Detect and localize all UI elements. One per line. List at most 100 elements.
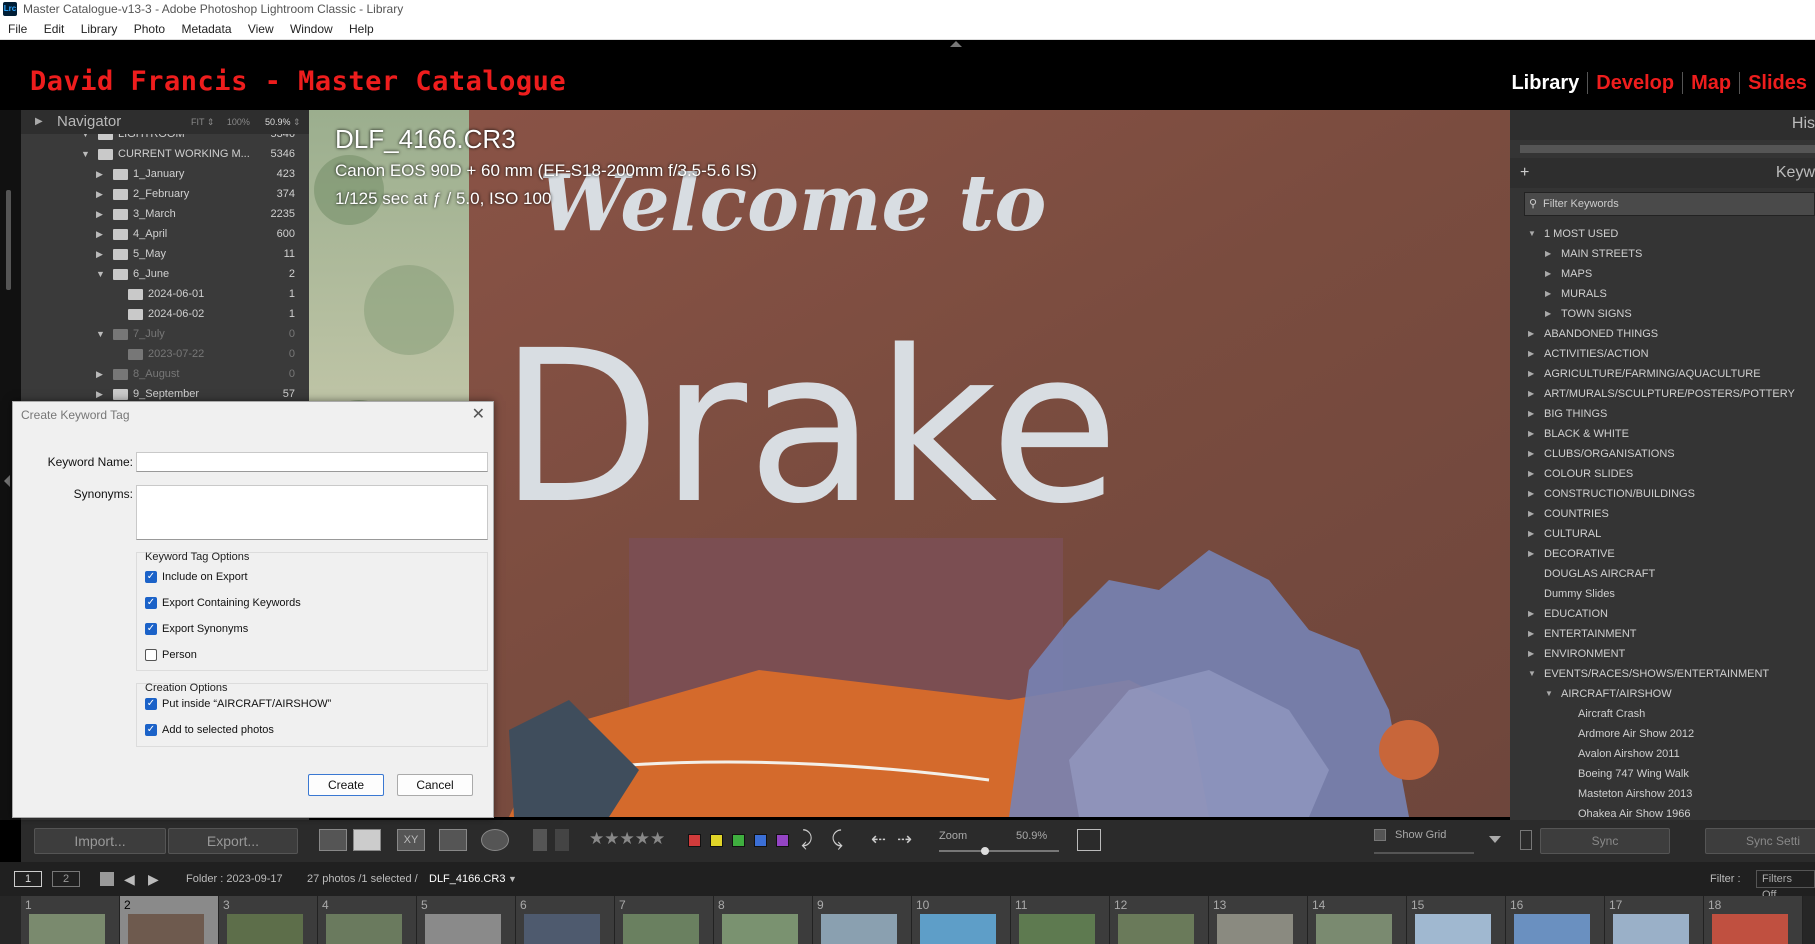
filmstrip-cell[interactable]: 15 xyxy=(1407,896,1506,944)
rotate-left-icon[interactable]: ⤸ xyxy=(801,829,825,851)
add-keyword-icon[interactable]: + xyxy=(1520,158,1529,188)
module-develop[interactable]: Develop xyxy=(1587,72,1683,94)
filmstrip-thumbnail[interactable] xyxy=(722,914,798,944)
folder-row[interactable]: ▶ 8_August 0 xyxy=(21,364,301,384)
keyword-row[interactable]: Aircraft Crash xyxy=(1510,704,1815,724)
close-icon[interactable]: ✕ xyxy=(472,404,485,424)
disclosure-closed-icon[interactable]: ▶ xyxy=(1528,544,1534,564)
purple-label-icon[interactable] xyxy=(776,834,789,847)
navigator-header[interactable]: ▶ Navigator FIT ⇕ 100% 50.9% ⇕ xyxy=(21,110,309,134)
fit-to-screen-icon[interactable] xyxy=(1077,829,1101,851)
forward-arrow-icon[interactable]: ▶ xyxy=(148,862,159,896)
folder-row[interactable]: ▼ 7_July 0 xyxy=(21,324,301,344)
filmstrip-cell[interactable]: 16 xyxy=(1506,896,1605,944)
checkbox-icon[interactable]: ✓ xyxy=(145,623,157,635)
filmstrip-cell[interactable]: 9 xyxy=(813,896,912,944)
filmstrip-cell[interactable]: 7 xyxy=(615,896,714,944)
keyword-row[interactable]: ▶ CONSTRUCTION/BUILDINGS xyxy=(1510,484,1815,504)
menu-edit[interactable]: Edit xyxy=(44,22,65,36)
next-photo-icon[interactable]: ⇢ xyxy=(897,829,917,851)
disclosure-closed-icon[interactable]: ▶ xyxy=(1528,424,1534,444)
filmstrip-thumbnail[interactable] xyxy=(1217,914,1293,944)
filmstrip-cell[interactable]: 13 xyxy=(1209,896,1308,944)
disclosure-open-icon[interactable]: ▼ xyxy=(81,134,90,144)
loupe-view-icon[interactable] xyxy=(353,829,381,851)
filmstrip-cell[interactable]: 4 xyxy=(318,896,417,944)
disclosure-closed-icon[interactable]: ▶ xyxy=(1528,364,1534,384)
pick-flag-icon[interactable] xyxy=(533,829,547,851)
filmstrip-thumbnail[interactable] xyxy=(425,914,501,944)
disclosure-closed-icon[interactable]: ▶ xyxy=(1528,624,1534,644)
keyword-row[interactable]: ▶ TOWN SIGNS xyxy=(1510,304,1815,324)
zoom-slider[interactable] xyxy=(939,847,1059,855)
export-button[interactable]: Export... xyxy=(168,828,298,854)
folder-row[interactable]: ▶ 3_March 2235 xyxy=(21,204,301,224)
filmstrip-cell[interactable]: 3 xyxy=(219,896,318,944)
keyword-row[interactable]: ▶ BIG THINGS xyxy=(1510,404,1815,424)
cancel-button[interactable]: Cancel xyxy=(397,774,473,796)
sync-toggle-icon[interactable] xyxy=(1520,830,1532,850)
keyword-row[interactable]: ▼ AIRCRAFT/AIRSHOW xyxy=(1510,684,1815,704)
disclosure-open-icon[interactable]: ▼ xyxy=(96,324,105,344)
module-map[interactable]: Map xyxy=(1682,72,1740,94)
keyword-row[interactable]: ▶ EDUCATION xyxy=(1510,604,1815,624)
keyword-row[interactable]: ▶ ACTIVITIES/ACTION xyxy=(1510,344,1815,364)
filmstrip-cell[interactable]: 12 xyxy=(1110,896,1209,944)
disclosure-closed-icon[interactable]: ▶ xyxy=(1545,264,1551,284)
folder-source[interactable]: Folder : 2023-09-17 xyxy=(186,862,283,896)
keyword-row[interactable]: ▶ COUNTRIES xyxy=(1510,504,1815,524)
filmstrip-thumbnail[interactable] xyxy=(1316,914,1392,944)
keyword-row[interactable]: Ohakea Air Show 1966 xyxy=(1510,804,1815,820)
keyword-row[interactable]: Dummy Slides xyxy=(1510,584,1815,604)
create-button[interactable]: Create xyxy=(308,774,384,796)
menu-file[interactable]: File xyxy=(8,22,27,36)
toolbar-menu-icon[interactable] xyxy=(1489,836,1501,843)
keyword-row[interactable]: ▶ BLACK & WHITE xyxy=(1510,424,1815,444)
green-label-icon[interactable] xyxy=(732,834,745,847)
filmstrip-thumbnail[interactable] xyxy=(821,914,897,944)
menu-metadata[interactable]: Metadata xyxy=(181,22,231,36)
disclosure-closed-icon[interactable]: ▶ xyxy=(1528,644,1534,664)
disclosure-open-icon[interactable]: ▼ xyxy=(1528,664,1536,684)
checkbox-icon[interactable]: ✓ xyxy=(145,724,157,736)
reject-flag-icon[interactable] xyxy=(555,829,569,851)
keyword-row[interactable]: ▼ 1 MOST USED xyxy=(1510,224,1815,244)
previous-photo-icon[interactable]: ⇠ xyxy=(871,829,891,851)
checkbox-icon[interactable]: ✓ xyxy=(145,571,157,583)
keyword-row[interactable]: ▶ COLOUR SLIDES xyxy=(1510,464,1815,484)
disclosure-closed-icon[interactable]: ▶ xyxy=(96,224,103,244)
filmstrip-cell[interactable]: 8 xyxy=(714,896,813,944)
checkbox-icon[interactable]: ✓ xyxy=(145,649,157,661)
filmstrip-cell[interactable]: 11 xyxy=(1011,896,1110,944)
folder-row[interactable]: ▶ 5_May 11 xyxy=(21,244,301,264)
disclosure-closed-icon[interactable]: ▶ xyxy=(1545,284,1551,304)
folder-row[interactable]: ▼ CURRENT WORKING M... 5346 xyxy=(21,144,301,164)
menu-help[interactable]: Help xyxy=(349,22,374,36)
filmstrip-thumbnail[interactable] xyxy=(524,914,600,944)
yellow-label-icon[interactable] xyxy=(710,834,723,847)
folder-row[interactable]: ▼ LIGHTROOM 5346 xyxy=(21,134,301,144)
folder-row[interactable]: ▶ 2_February 374 xyxy=(21,184,301,204)
navigator-zoom-options[interactable]: FIT ⇕ 100% 50.9% ⇕ xyxy=(191,110,301,134)
keyword-row[interactable]: ▶ MAPS xyxy=(1510,264,1815,284)
module-library[interactable]: Library xyxy=(1503,72,1587,94)
disclosure-closed-icon[interactable]: ▶ xyxy=(1528,444,1534,464)
filmstrip-thumbnail[interactable] xyxy=(920,914,996,944)
filmstrip-cell[interactable]: 18 xyxy=(1704,896,1803,944)
filmstrip-thumbnail[interactable] xyxy=(1019,914,1095,944)
filmstrip-cell[interactable]: 5 xyxy=(417,896,516,944)
navigator-fill[interactable]: 100% xyxy=(227,117,250,127)
sync-settings-button[interactable]: Sync Setti xyxy=(1705,828,1815,854)
disclosure-closed-icon[interactable]: ▶ xyxy=(96,244,103,264)
import-button[interactable]: Import... xyxy=(34,828,166,854)
star-rating[interactable]: ★★★★★ xyxy=(589,829,679,851)
show-grid-checkbox[interactable] xyxy=(1374,829,1386,841)
keyword-row[interactable]: ▶ DECORATIVE xyxy=(1510,544,1815,564)
filmstrip-cell[interactable]: 6 xyxy=(516,896,615,944)
keyword-row[interactable]: ▶ MAIN STREETS xyxy=(1510,244,1815,264)
red-label-icon[interactable] xyxy=(688,834,701,847)
disclosure-closed-icon[interactable]: ▶ xyxy=(1528,344,1534,364)
disclosure-closed-icon[interactable]: ▶ xyxy=(1545,304,1551,324)
keyword-row[interactable]: ▶ MURALS xyxy=(1510,284,1815,304)
disclosure-closed-icon[interactable]: ▶ xyxy=(1528,504,1534,524)
